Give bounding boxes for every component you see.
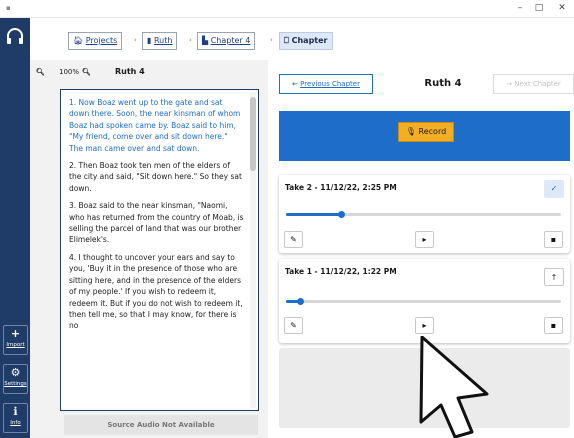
breadcrumb-chapter[interactable]: ▙ Chapter 4 (197, 32, 256, 50)
scripture-text-box[interactable]: 1. Now Boaz went up to the gate and sat … (60, 89, 259, 411)
slider-knob[interactable] (338, 211, 345, 218)
next-chapter-label: Next Chapter (514, 80, 561, 88)
home-icon: 🏠︎ (73, 36, 84, 45)
zoom-level: 100% (59, 68, 80, 76)
play-button[interactable]: ▸ (415, 317, 434, 334)
arrow-left-icon: ← (292, 80, 298, 88)
take-card: Take 2 - 11/12/22, 2:25 PM ✓ ✎ ▸ ▪ (279, 175, 570, 253)
breadcrumb-projects-label: Projects (85, 36, 118, 45)
next-chapter-button: → Next Chapter (493, 74, 574, 94)
breadcrumb-book[interactable]: ▮ Ruth (142, 32, 178, 50)
take-progress (286, 213, 341, 216)
breadcrumb-separator: › (270, 36, 273, 44)
delete-button[interactable]: ▪ (544, 231, 563, 248)
arrow-right-icon: → (506, 80, 513, 88)
previous-chapter-button[interactable]: ← Previous Chapter (279, 74, 373, 94)
take-seek-slider[interactable] (286, 211, 561, 218)
info-button[interactable]: ℹ Info (3, 403, 28, 433)
take-title: Take 1 - 11/12/22, 1:22 PM (285, 267, 397, 276)
record-label: Record (418, 127, 447, 136)
breadcrumb-chapter-label: Chapter 4 (210, 36, 251, 45)
breadcrumb-projects[interactable]: 🏠︎ Projects (68, 32, 123, 50)
import-label: Import (6, 342, 25, 348)
take-card: Take 1 - 11/12/22, 1:22 PM ↑ ✎ ▸ ▪ (279, 259, 570, 343)
reader-title: Ruth 4 (115, 67, 145, 76)
verse: 4. I thought to uncover your ears and sa… (69, 252, 243, 331)
headphones-icon[interactable] (5, 27, 25, 47)
trash-icon: ▪ (550, 321, 557, 330)
source-audio-button: Source Audio Not Available (64, 415, 258, 435)
maximize-button[interactable]: □ (530, 1, 548, 15)
close-button[interactable]: ✕ (553, 1, 571, 15)
breadcrumb-book-label: Ruth (153, 36, 173, 45)
app-menu-icon[interactable]: ▪ (6, 4, 11, 12)
select-take-button[interactable]: ↑ (544, 268, 564, 286)
sidebar: + Import ⚙ Settings ℹ Info (0, 18, 30, 438)
edit-button[interactable]: ✎ (284, 231, 303, 248)
play-button[interactable]: ▸ (415, 231, 434, 248)
window-titlebar: ▪ – □ ✕ (0, 0, 574, 18)
gear-icon: ⚙ (10, 366, 21, 379)
bookmark-icon: ⎕ (284, 36, 289, 45)
edit-button[interactable]: ✎ (284, 317, 303, 334)
breadcrumb-current: ⎕ Chapter (279, 32, 333, 50)
mouse-cursor-icon (419, 336, 489, 438)
record-button[interactable]: 🎙︎ Record (398, 122, 454, 142)
info-label: Info (10, 420, 21, 426)
scrollbar[interactable] (250, 92, 256, 408)
settings-label: Settings (4, 381, 27, 387)
microphone-icon: 🎙︎ (405, 127, 416, 136)
arrow-up-icon: ↑ (550, 273, 558, 282)
import-button[interactable]: + Import (3, 325, 28, 355)
breadcrumb-separator: › (134, 36, 137, 44)
info-icon: ℹ (13, 405, 18, 418)
book-icon: ▮ (147, 36, 152, 45)
plus-icon: + (10, 327, 21, 340)
document-icon: ▙ (202, 36, 209, 45)
scrollbar-thumb[interactable] (250, 97, 256, 171)
pencil-icon: ✎ (290, 235, 297, 244)
zoom-out-icon[interactable]: 🔍︎ (36, 64, 45, 80)
verse: 2. Then Boaz took ten men of the elders … (69, 161, 242, 193)
verse-current: 1. Now Boaz went up to the gate and sat … (69, 98, 241, 153)
breadcrumb-current-label: Chapter (291, 36, 328, 45)
settings-button[interactable]: ⚙ Settings (3, 364, 28, 394)
selected-check-icon[interactable]: ✓ (544, 180, 564, 198)
delete-button[interactable]: ▪ (544, 317, 563, 334)
chapter-title: Ruth 4 (424, 78, 462, 89)
breadcrumb-separator: › (189, 36, 192, 44)
take-title: Take 2 - 11/12/22, 2:25 PM (285, 183, 397, 192)
play-icon: ▸ (422, 235, 427, 244)
take-seek-slider[interactable] (286, 298, 561, 305)
minimize-button[interactable]: – (511, 1, 529, 15)
breadcrumb: 🏠︎ Projects › ▮ Ruth › ▙ Chapter 4 › ⎕ C… (30, 18, 574, 60)
verse: 3. Boaz said to the near kinsman, "Naomi… (69, 201, 244, 245)
previous-chapter-label: Previous Chapter (300, 80, 360, 88)
trash-icon: ▪ (550, 235, 557, 244)
slider-knob[interactable] (296, 298, 304, 305)
play-icon: ▸ (422, 321, 427, 330)
pencil-icon: ✎ (290, 321, 297, 330)
zoom-in-icon[interactable]: 🔍︎ (82, 64, 91, 80)
